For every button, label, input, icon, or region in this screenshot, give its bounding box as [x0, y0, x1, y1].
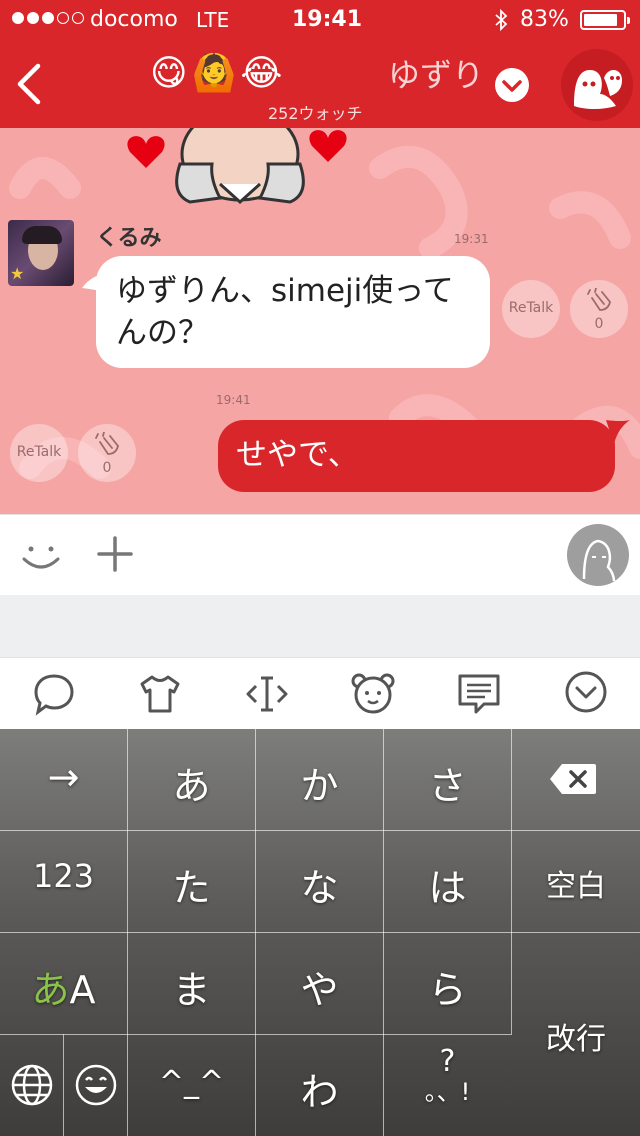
- keyboard-suggestion-area: [0, 595, 640, 657]
- header-emojis: 😋🙆😂: [150, 54, 286, 94]
- message-text-line: んの？: [116, 315, 209, 351]
- key-wa-row[interactable]: わ: [256, 1061, 383, 1116]
- key-ma-row[interactable]: ま: [128, 959, 255, 1014]
- retalk-button[interactable]: ReTalk: [10, 424, 68, 482]
- globe-icon[interactable]: [10, 1063, 54, 1107]
- keyboard-toolbar: [0, 657, 640, 730]
- key-ya-row[interactable]: や: [256, 959, 383, 1014]
- sender-avatar[interactable]: ★: [8, 220, 74, 286]
- message-time: 19:31: [454, 232, 489, 246]
- signal-dot: [57, 12, 69, 24]
- message-text: せやで、: [236, 437, 359, 473]
- chat-header: docomo LTE 19:41 83% 😋🙆😂 ゆずり 252ウォッチ: [0, 0, 640, 128]
- key-ta-row[interactable]: た: [128, 857, 255, 912]
- flick-keyboard: → あ か さ 123 た な は 空白 あA ま や ら 改行 ^_^ わ ?…: [0, 729, 640, 1136]
- key-sa-row[interactable]: さ: [384, 755, 511, 810]
- signal-dot: [42, 12, 54, 24]
- key-punctuation[interactable]: ? 。、!: [384, 1047, 511, 1107]
- key-kaomoji[interactable]: ^_^: [128, 1065, 255, 1100]
- message-time: 19:41: [216, 393, 251, 407]
- smiley-icon[interactable]: [20, 535, 62, 575]
- message-box-icon[interactable]: [456, 672, 502, 716]
- signal-dot: [72, 12, 84, 24]
- status-bar: docomo LTE 19:41 83%: [0, 0, 640, 40]
- message-input-bar: [0, 514, 640, 596]
- retalk-button[interactable]: ReTalk: [502, 280, 560, 338]
- chat-timeline[interactable]: ★ くるみ 19:31 ゆずりん、simeji使って んの？ ReTalk 0 …: [0, 128, 640, 514]
- watch-count: 252ウォッチ: [268, 104, 363, 123]
- key-ra-row[interactable]: ら: [384, 959, 511, 1014]
- battery-percent: 83%: [520, 7, 569, 32]
- clap-button[interactable]: 0: [570, 280, 628, 338]
- title-dropdown-button[interactable]: [494, 67, 530, 103]
- back-button[interactable]: [14, 62, 42, 106]
- emoji-ok-gesture-icon: 🙆: [191, 53, 241, 94]
- clock: 19:41: [292, 7, 363, 32]
- key-input-mode[interactable]: あA: [0, 959, 127, 1014]
- retalk-label: ReTalk: [16, 444, 62, 460]
- key-ka-row[interactable]: か: [256, 755, 383, 810]
- carrier-name: docomo: [90, 7, 178, 32]
- sender-name: くるみ: [96, 226, 162, 251]
- emoji-keyboard-icon[interactable]: [74, 1063, 118, 1107]
- bluetooth-icon: [495, 9, 508, 31]
- chevron-down-circle-icon[interactable]: [564, 670, 608, 714]
- sticker-image: [127, 128, 347, 205]
- message-text-line: ゆずりん、simeji使って: [116, 273, 454, 309]
- message-bubble-outgoing[interactable]: せやで、: [218, 420, 615, 492]
- room-title: ゆずり: [388, 56, 485, 94]
- key-na-row[interactable]: な: [256, 857, 383, 912]
- signal-dot: [27, 12, 39, 24]
- key-enter[interactable]: 改行: [512, 1014, 640, 1058]
- emoji-laugh-icon: 😂: [240, 53, 287, 94]
- signal-dot: [12, 12, 24, 24]
- key-numbers[interactable]: 123: [0, 857, 127, 895]
- clap-icon: [587, 288, 611, 311]
- avatar-icon[interactable]: [566, 523, 630, 587]
- clap-button[interactable]: 0: [78, 424, 136, 482]
- room-members-button[interactable]: [560, 48, 634, 122]
- emoji-yum-icon: 😋: [150, 53, 192, 94]
- mode-kana-label: あ: [31, 968, 70, 1012]
- key-arrow-right[interactable]: →: [0, 755, 127, 799]
- plus-icon[interactable]: [96, 535, 134, 573]
- key-ha-row[interactable]: は: [384, 857, 511, 912]
- backspace-key[interactable]: [548, 762, 598, 796]
- cursor-icon[interactable]: [244, 674, 290, 714]
- network-type: LTE: [196, 8, 230, 32]
- clap-count: 0: [102, 460, 112, 476]
- bubble-tail: [606, 420, 630, 444]
- battery-icon: [580, 10, 630, 30]
- clap-count: 0: [594, 316, 604, 332]
- message-bubble-incoming[interactable]: ゆずりん、simeji使って んの？: [96, 256, 490, 368]
- mode-alpha-label: A: [69, 968, 96, 1012]
- speech-bubble-icon[interactable]: [32, 672, 76, 716]
- key-a-row[interactable]: あ: [128, 755, 255, 810]
- clap-icon: [95, 432, 119, 455]
- retalk-label: ReTalk: [508, 300, 554, 316]
- punct-bottom-label: 。、!: [424, 1078, 471, 1106]
- tshirt-icon[interactable]: [138, 674, 182, 714]
- bear-face-icon[interactable]: [350, 670, 396, 716]
- punct-top-label: ?: [439, 1044, 456, 1079]
- key-space[interactable]: 空白: [512, 861, 640, 905]
